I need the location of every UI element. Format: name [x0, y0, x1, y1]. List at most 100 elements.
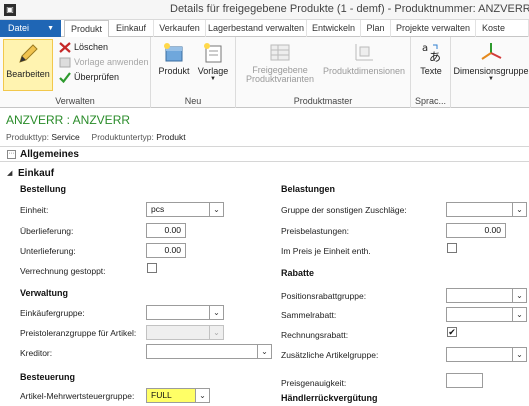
new-product-label: Produkt	[158, 66, 190, 76]
group-neu: Produkt Vorlage ▼ Neu	[151, 37, 236, 108]
fasttab-general[interactable]: ⋯ Allgemeines	[0, 146, 529, 162]
fasttab-general-title: Allgemeines	[20, 149, 79, 160]
product-subtype-value: Produkt	[156, 132, 186, 142]
expand-icon: ⋯	[7, 150, 16, 159]
tab-verkaufen[interactable]: Verkaufen	[154, 20, 206, 37]
underdelivery-label: Unterlieferung:	[20, 246, 76, 256]
vat-group-field[interactable]: FULL	[146, 388, 196, 403]
validate-button[interactable]: Überprüfen	[59, 72, 119, 84]
group-neu-label: Neu	[184, 96, 202, 106]
tab-plan[interactable]: Plan	[361, 20, 391, 37]
price-tolerance-dropdown-button[interactable]: ⌄	[209, 325, 224, 340]
tab-entwickeln[interactable]: Entwickeln	[307, 20, 361, 37]
unit-label: Einheit:	[20, 205, 49, 215]
collapse-triangle-icon[interactable]: ◢	[7, 169, 12, 177]
tab-lagerbestand[interactable]: Lagerbestand verwalten	[206, 20, 307, 37]
chevron-down-icon: ▼	[210, 76, 216, 82]
product-subtype-label: Produktuntertyp:	[91, 132, 154, 142]
extra-item-group-dropdown-button[interactable]: ⌄	[512, 347, 527, 362]
underdelivery-field[interactable]: 0.00	[146, 243, 186, 258]
axes-icon	[481, 43, 502, 60]
price-charges-field[interactable]: 0.00	[446, 223, 506, 238]
group-sprache-label: Sprac...	[414, 96, 446, 106]
tab-einkauf[interactable]: Einkauf	[109, 20, 154, 37]
tab-datei-label: Datei	[8, 23, 30, 33]
price-charges-label: Preisbelastungen:	[281, 226, 350, 236]
multiline-discount-dropdown-button[interactable]: ⌄	[512, 307, 527, 322]
vendor-field[interactable]	[146, 344, 258, 359]
apply-template-button[interactable]: Vorlage anwenden	[59, 57, 149, 68]
multiline-discount-field[interactable]	[446, 307, 513, 322]
vendor-dropdown-button[interactable]: ⌄	[257, 344, 272, 359]
misc-charges-group-field[interactable]	[446, 202, 513, 217]
window-title: Details für freigegebene Produkte (1 - d…	[170, 3, 529, 15]
released-variants-label: Freigegebene Produktvarianten	[245, 65, 315, 84]
fasttab-purchase-title[interactable]: Einkauf	[18, 168, 54, 179]
misc-charges-group-label: Gruppe der sonstigen Zuschläge:	[281, 205, 407, 215]
dimension-groups-label: Dimensionsgruppe	[453, 66, 529, 76]
new-template-label: Vorlage	[197, 66, 229, 76]
tab-datei[interactable]: Datei ▼	[0, 20, 61, 37]
settlement-stopped-label: Verrechnung gestoppt:	[20, 266, 106, 276]
price-precision-field[interactable]	[446, 373, 483, 388]
product-type-value: Service	[51, 132, 80, 142]
vendor-label: Kreditor:	[20, 348, 53, 358]
rebate-heading: Händlerrückvergütung	[281, 393, 378, 403]
group-dimensionen: Dimensionsgruppe ▼	[451, 37, 529, 108]
tab-projekte[interactable]: Projekte verwalten	[391, 20, 476, 37]
translate-icon: a あ	[422, 43, 441, 63]
chevron-down-icon: ▼	[47, 25, 54, 32]
price-tolerance-field[interactable]	[146, 325, 210, 340]
buyer-group-dropdown-button[interactable]: ⌄	[209, 305, 224, 320]
dimensions-icon	[355, 44, 373, 61]
new-product-button[interactable]: Produkt	[157, 41, 191, 76]
svg-text:a: a	[422, 43, 428, 54]
delete-label: Löschen	[74, 42, 109, 52]
overdelivery-field[interactable]: 0.00	[146, 223, 186, 238]
edit-button[interactable]: Bearbeiten	[3, 39, 53, 91]
group-produktmaster: Freigegebene Produktvarianten Produktdim…	[236, 37, 411, 108]
product-type-label: Produkttyp:	[6, 132, 49, 142]
buyer-group-label: Einkäufergruppe:	[20, 308, 85, 318]
new-product-icon	[164, 43, 183, 62]
line-discount-group-dropdown-button[interactable]: ⌄	[512, 288, 527, 303]
unit-field[interactable]: pcs	[146, 202, 210, 217]
apply-template-label: Vorlage anwenden	[74, 57, 149, 67]
template-icon	[59, 57, 71, 68]
buyer-group-field[interactable]	[146, 305, 210, 320]
dynamics-ax-icon[interactable]: ▣	[4, 4, 16, 16]
invoice-discount-checkbox[interactable]: ✔	[447, 327, 457, 337]
product-type-line: Produkttyp: Service Produktuntertyp: Pro…	[6, 132, 186, 142]
included-per-unit-label: Im Preis je Einheit enth.	[281, 246, 371, 256]
tab-produkt[interactable]: Produkt	[64, 20, 109, 38]
product-dimensions-button[interactable]: Produktdimensionen	[320, 41, 408, 76]
ribbon: Bearbeiten Löschen Vorlage anwenden Über…	[0, 37, 529, 108]
line-discount-group-field[interactable]	[446, 288, 513, 303]
ribbon-tabs: Datei ▼ Produkt Einkauf Verkaufen Lagerb…	[0, 20, 529, 38]
delete-button[interactable]: Löschen	[59, 42, 108, 53]
extra-item-group-label: Zusätzliche Artikelgruppe:	[281, 350, 379, 360]
new-template-button[interactable]: Vorlage ▼	[195, 41, 231, 82]
extra-item-group-field[interactable]	[446, 347, 513, 362]
record-title: ANZVERR : ANZVERR	[6, 113, 131, 127]
tab-kosten[interactable]: Koste	[476, 20, 529, 37]
grid-icon	[270, 44, 290, 61]
misc-charges-group-dropdown-button[interactable]: ⌄	[512, 202, 527, 217]
included-per-unit-checkbox[interactable]	[447, 243, 457, 253]
administration-heading: Verwaltung	[20, 288, 69, 298]
title-bar: ▣ Details für freigegebene Produkte (1 -…	[0, 0, 529, 20]
released-variants-button[interactable]: Freigegebene Produktvarianten	[242, 41, 318, 84]
svg-text:あ: あ	[429, 50, 441, 63]
line-discount-group-label: Positionsrabattgruppe:	[281, 291, 367, 301]
price-precision-label: Preisgenauigkeit:	[281, 378, 347, 388]
taxation-heading: Besteuerung	[20, 372, 76, 382]
unit-dropdown-button[interactable]: ⌄	[209, 202, 224, 217]
multiline-discount-label: Sammelrabatt:	[281, 310, 337, 320]
dimension-groups-button[interactable]: Dimensionsgruppe ▼	[453, 41, 529, 82]
edit-label: Bearbeiten	[6, 69, 50, 79]
texts-button[interactable]: a あ Texte	[414, 41, 448, 76]
charges-heading: Belastungen	[281, 184, 336, 194]
delete-x-icon	[59, 42, 71, 53]
vat-group-dropdown-button[interactable]: ⌄	[195, 388, 210, 403]
settlement-stopped-checkbox[interactable]	[147, 263, 157, 273]
